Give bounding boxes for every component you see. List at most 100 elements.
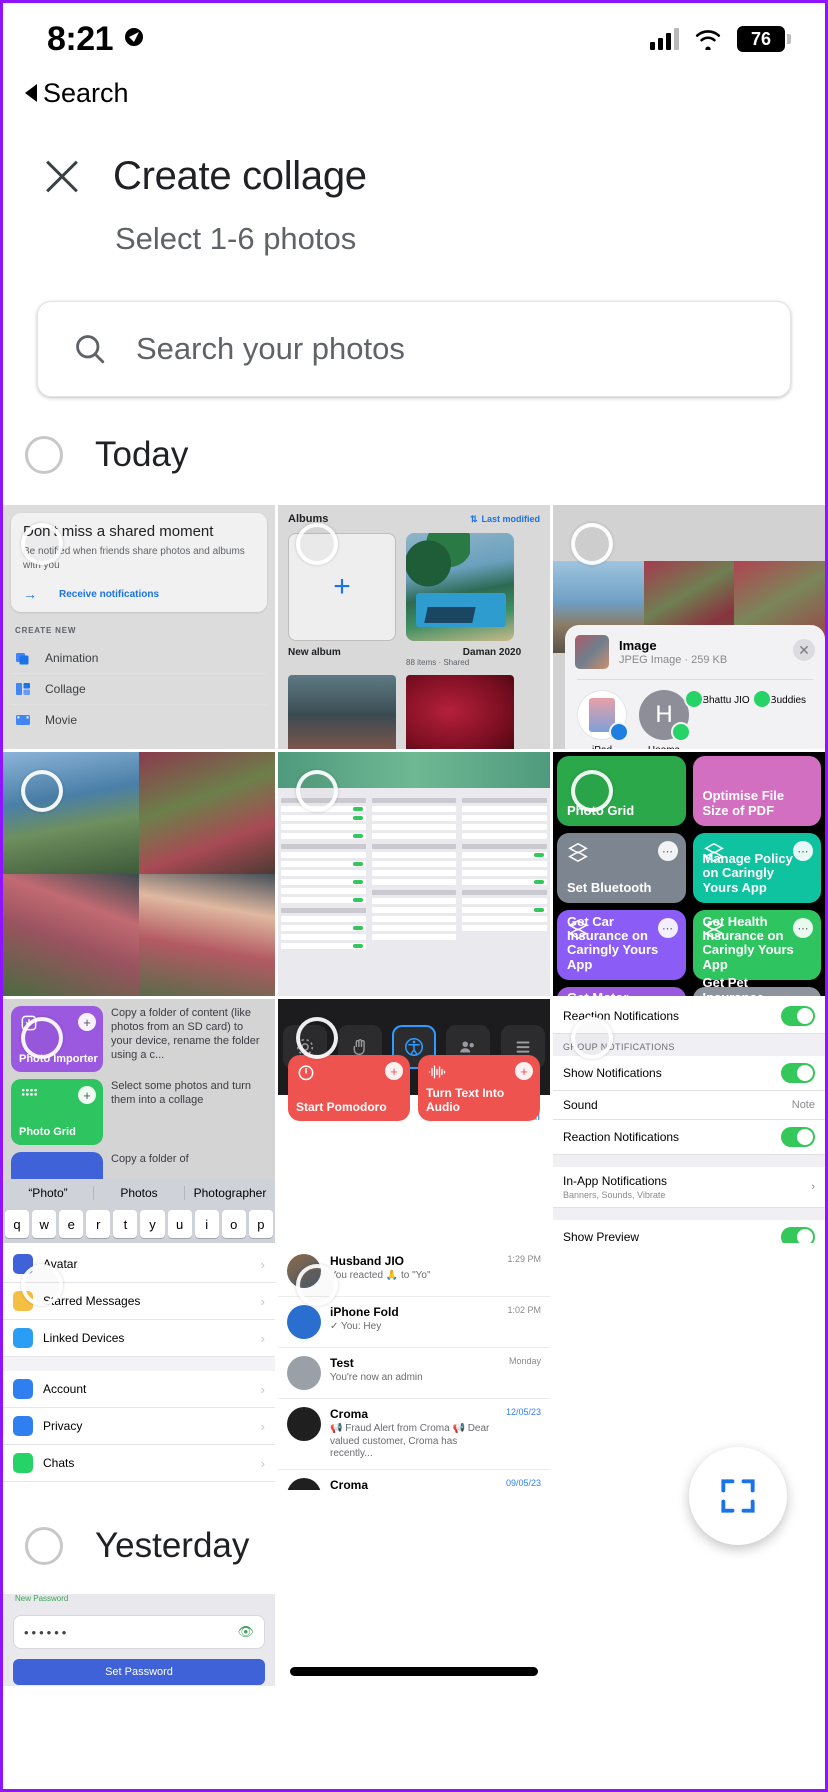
devices-icon xyxy=(13,1328,33,1348)
shortcut-tile: ⋯ Manage Policy on Caringly Yours App xyxy=(692,833,821,903)
photo-part xyxy=(3,874,139,996)
key[interactable]: e xyxy=(59,1210,84,1238)
photo-thumbnail[interactable] xyxy=(553,1246,825,1490)
photo-select-circle[interactable] xyxy=(571,1017,613,1059)
photo-thumbnail[interactable] xyxy=(278,752,550,996)
toggle-switch[interactable] xyxy=(781,1227,815,1243)
prediction-bar: “Photo” Photos Photographer xyxy=(3,1179,275,1207)
prediction-item[interactable]: Photographer xyxy=(184,1186,275,1200)
toggle-switch[interactable] xyxy=(781,1127,815,1147)
chevron-right-icon: › xyxy=(260,1418,265,1434)
contact-item[interactable]: Bhattu JIO xyxy=(684,689,753,749)
key[interactable]: u xyxy=(167,1210,192,1238)
add-shortcut-icon[interactable]: + xyxy=(78,1013,96,1031)
chat-name: iPhone Fold xyxy=(330,1305,399,1319)
photo-thumbnail[interactable]: Husband JIO You reacted 🙏 to "Yo" 1:29 P… xyxy=(278,1246,550,1490)
setting-row: Show Notifications xyxy=(553,1056,825,1091)
photo-select-circle[interactable] xyxy=(21,1017,63,1059)
set-password-button[interactable]: Set Password xyxy=(13,1659,265,1685)
key[interactable]: q xyxy=(5,1210,30,1238)
shortcut-tile: ⋯ Get Car Insurance on Caringly Yours Ap… xyxy=(557,910,686,980)
key[interactable]: r xyxy=(86,1210,111,1238)
photo-thumbnail[interactable] xyxy=(553,1594,825,1686)
add-shortcut-icon[interactable]: + xyxy=(78,1086,96,1104)
settings-row xyxy=(281,824,366,830)
select-all-today-checkbox[interactable] xyxy=(25,436,63,474)
shortcut-label: Get Pet Insurance xyxy=(702,975,764,996)
settings-item-label: Account xyxy=(43,1382,87,1396)
photo-thumbnail[interactable]: New Password •••••• 👁 Set Password xyxy=(3,1594,275,1686)
close-circle-icon[interactable]: ✕ xyxy=(793,639,815,661)
chat-body: Croma 📢 Fraud Alert from Croma 📢 Dear va… xyxy=(330,1407,493,1461)
status-bar: 8:21 76 xyxy=(3,3,825,75)
photo-select-circle[interactable] xyxy=(571,770,613,812)
photo-thumbnail[interactable]: Avatar › Starred Messages › Linked Devic… xyxy=(3,1246,275,1490)
prediction-item[interactable]: Photos xyxy=(93,1186,184,1200)
more-options-icon[interactable]: ⋯ xyxy=(657,841,678,861)
back-to-search-link[interactable]: Search xyxy=(25,78,129,109)
settings-row xyxy=(371,879,457,885)
search-bar[interactable]: Search your photos xyxy=(37,301,791,397)
avatar: H xyxy=(639,690,691,742)
shortcut-card-label: Turn Text Into Audio xyxy=(426,1086,505,1114)
photo-thumbnail[interactable]: + Photo Importer Copy a folder of conten… xyxy=(3,999,275,1243)
more-options-icon[interactable]: ⋯ xyxy=(793,841,813,861)
photo-thumbnail[interactable]: Albums ⇅ Last modified + New album Daman… xyxy=(278,505,550,749)
toggle-switch[interactable] xyxy=(781,1063,815,1083)
photo-select-circle[interactable] xyxy=(571,523,613,565)
photo-thumbnail[interactable] xyxy=(278,1594,550,1686)
create-new-item: Animation xyxy=(11,643,267,674)
screenshot-blank xyxy=(553,1246,825,1490)
key[interactable]: w xyxy=(32,1210,57,1238)
photo-select-circle[interactable] xyxy=(296,1264,338,1306)
fullscreen-fab-button[interactable] xyxy=(689,1447,787,1545)
settings-item: Account › xyxy=(3,1371,275,1408)
contact-item[interactable]: iPad xyxy=(575,690,629,749)
close-x-icon[interactable] xyxy=(39,153,85,199)
album-cover-thumb xyxy=(406,533,514,641)
photo-thumbnail[interactable]: Don't miss a shared moment Be notified w… xyxy=(3,505,275,749)
photo-thumbnail[interactable]: Image JPEG Image · 259 KB ✕ iPad H xyxy=(553,505,825,749)
photo-select-circle[interactable] xyxy=(296,1017,338,1059)
select-all-yesterday-checkbox[interactable] xyxy=(25,1527,63,1565)
settings-row xyxy=(462,852,547,858)
key[interactable]: y xyxy=(140,1210,165,1238)
photo-thumbnail[interactable]: Photo Grid Optimise File Size of PDF ⋯ S… xyxy=(553,752,825,996)
toggle-switch[interactable] xyxy=(781,1006,815,1026)
photo-thumbnail[interactable]: Reaction Notifications GROUP NOTIFICATIO… xyxy=(553,999,825,1243)
add-shortcut-icon[interactable]: + xyxy=(515,1062,533,1080)
key[interactable]: t xyxy=(113,1210,138,1238)
settings-row xyxy=(281,861,366,867)
photo-select-circle[interactable] xyxy=(21,770,63,812)
account-icon xyxy=(13,1379,33,1399)
eye-off-icon[interactable]: 👁 xyxy=(237,1624,254,1640)
key[interactable]: i xyxy=(194,1210,219,1238)
add-shortcut-icon[interactable]: + xyxy=(385,1062,403,1080)
contact-item[interactable]: H Heema xyxy=(637,690,691,749)
key[interactable]: p xyxy=(248,1210,273,1238)
location-arrow-icon xyxy=(123,26,145,52)
chat-message: You reacted 🙏 to "Yo" xyxy=(330,1270,431,1281)
more-options-icon[interactable]: ⋯ xyxy=(793,918,813,938)
settings-row xyxy=(371,934,457,940)
contact-item[interactable]: Buddies xyxy=(751,689,815,749)
settings-item: Chats › xyxy=(3,1445,275,1482)
search-input-placeholder[interactable]: Search your photos xyxy=(136,331,405,367)
photo-select-circle[interactable] xyxy=(296,523,338,565)
status-bar-right: 76 xyxy=(650,26,791,52)
settings-row xyxy=(281,934,366,940)
photo-thumbnail[interactable] xyxy=(3,752,275,996)
sort-icon: ⇅ xyxy=(469,513,478,524)
more-options-icon[interactable]: ⋯ xyxy=(657,918,678,938)
settings-column xyxy=(369,790,460,996)
photo-thumbnail[interactable]: Get Stuff Done Shortcuts to help you foc… xyxy=(278,999,550,1243)
key[interactable]: o xyxy=(221,1210,246,1238)
settings-item: Privacy › xyxy=(3,1408,275,1445)
photo-select-circle[interactable] xyxy=(296,770,338,812)
password-field-label: New Password xyxy=(15,1594,69,1603)
photo-select-circle[interactable] xyxy=(21,1264,63,1306)
photo-part xyxy=(139,874,275,996)
photo-select-circle[interactable] xyxy=(21,523,63,565)
waveform-icon xyxy=(426,1062,446,1082)
prediction-item[interactable]: “Photo” xyxy=(3,1186,93,1200)
